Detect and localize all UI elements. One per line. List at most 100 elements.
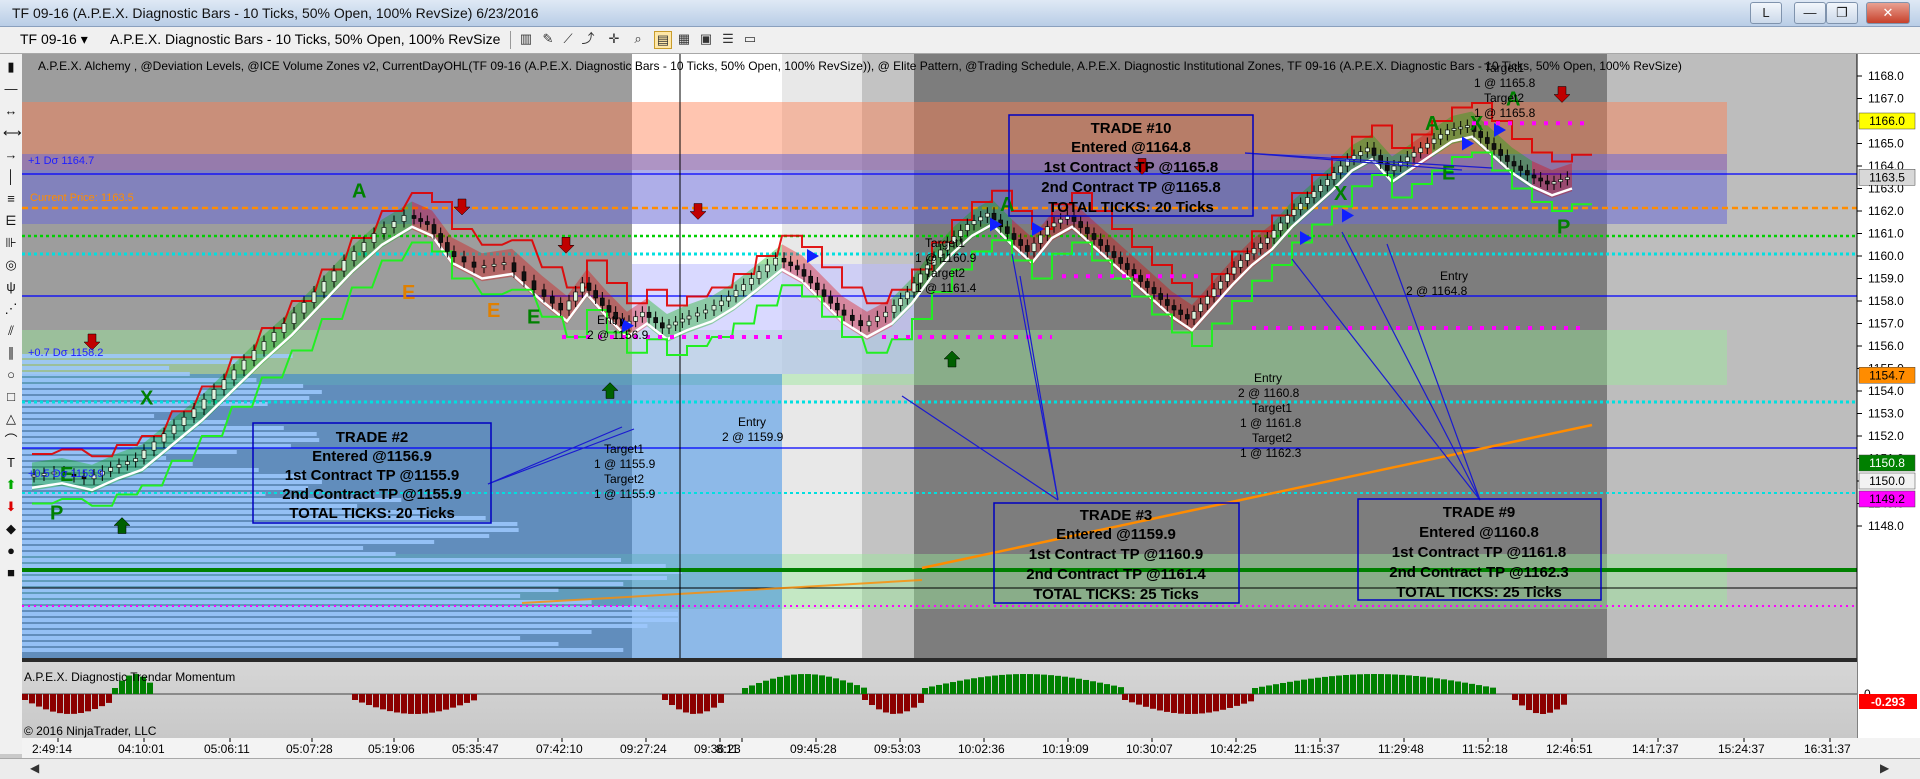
horizontal-scrollbar[interactable]: ◀ ▶ — [0, 758, 1920, 779]
candle-body — [1158, 293, 1163, 300]
vertical-line-icon[interactable]: │ — [3, 168, 19, 186]
candle-body — [905, 291, 910, 300]
regression-channel-icon[interactable]: ⫽ — [3, 322, 19, 340]
volume-bar — [22, 618, 679, 622]
momentum-bar — [1329, 676, 1335, 694]
momentum-bar — [957, 680, 963, 694]
candle-body — [695, 312, 700, 317]
volume-bar — [22, 594, 521, 598]
template-icon[interactable]: ▭ — [742, 31, 758, 47]
ellipse-icon[interactable]: ○ — [3, 366, 19, 384]
arrow-line-icon[interactable]: → — [3, 146, 19, 164]
pencil-icon[interactable]: ✎ — [540, 31, 556, 47]
candle-body — [1565, 176, 1570, 180]
arrow-up-icon[interactable]: ⬆ — [3, 476, 19, 494]
fib-circle-icon[interactable]: ◎ — [3, 256, 19, 274]
scroll-right-icon[interactable]: ▶ — [1880, 761, 1889, 775]
fib-time-icon[interactable]: ⊪ — [3, 234, 19, 252]
triangle-icon[interactable]: △ — [3, 410, 19, 428]
volume-bar — [22, 396, 310, 400]
link-button[interactable]: L — [1750, 2, 1782, 24]
momentum-bar — [826, 676, 832, 694]
momentum-bar — [1143, 694, 1149, 707]
dot-icon[interactable]: ● — [3, 542, 19, 560]
signal-letter-marker: A — [1000, 194, 1014, 216]
price-tick-label: 1157.0 — [1868, 317, 1904, 331]
arrow-down-icon[interactable]: ⬇ — [3, 498, 19, 516]
momentum-bar — [929, 686, 935, 694]
crosshair-icon[interactable]: ✛ — [606, 31, 622, 47]
time-label: 04:10:01 — [118, 742, 165, 756]
candle-body — [801, 269, 807, 277]
data-box-icon[interactable]: ▦ — [676, 31, 692, 47]
time-label: 10:19:09 — [1042, 742, 1089, 756]
properties-icon[interactable]: ☰ — [720, 31, 736, 47]
zoom-icon[interactable]: ⌕ — [630, 31, 646, 47]
candle-body — [451, 251, 457, 258]
momentum-bar — [359, 694, 365, 703]
line-draw-icon[interactable]: ⟋ — [560, 31, 576, 47]
candle-body — [1558, 179, 1563, 183]
candle-body — [261, 341, 267, 351]
pitchfork-icon[interactable]: ψ — [3, 278, 19, 296]
momentum-bar — [1343, 674, 1349, 694]
momentum-bar — [50, 694, 56, 712]
rectangle-icon[interactable]: □ — [3, 388, 19, 406]
diamond-icon[interactable]: ◆ — [3, 520, 19, 538]
momentum-bar — [1287, 681, 1293, 694]
momentum-bar — [1192, 694, 1198, 714]
text-icon[interactable]: T — [3, 454, 19, 472]
instrument-selector[interactable]: TF 09-16 ▾ — [20, 30, 98, 48]
fib-extension-icon[interactable]: ⋿ — [3, 212, 19, 230]
panel-separator[interactable] — [22, 658, 1857, 662]
candle-body — [550, 296, 555, 304]
candle-body — [1345, 158, 1350, 167]
volume-bar — [22, 624, 648, 628]
candle-body — [1118, 257, 1123, 264]
momentum-bar — [1234, 694, 1240, 706]
bar-style-icon[interactable]: ▥ — [518, 31, 534, 47]
momentum-bar — [1357, 674, 1363, 694]
ray-icon[interactable]: ↔ — [3, 102, 19, 120]
chart-style-icon[interactable]: ▤ — [654, 31, 672, 49]
candle-body — [858, 320, 863, 327]
time-label: 10:30:07 — [1126, 742, 1173, 756]
cursor-icon[interactable]: ▮ — [3, 58, 19, 76]
momentum-bar — [1378, 674, 1384, 694]
price-tick-label: 1162.0 — [1868, 204, 1904, 218]
horizontal-line-icon[interactable]: — — [3, 80, 19, 98]
signal-letter-marker: A — [1425, 113, 1439, 135]
fib-retracement-icon[interactable]: ≡ — [3, 190, 19, 208]
signal-letter-marker: X — [140, 388, 154, 410]
candle-body — [733, 290, 739, 297]
volume-bar — [22, 558, 622, 562]
candle-body — [1371, 147, 1377, 156]
time-label: 10:42:25 — [1210, 742, 1257, 756]
candle-body — [606, 305, 612, 313]
arc-icon[interactable]: ⌒ — [3, 432, 19, 450]
trend-channel-icon[interactable]: ∥ — [3, 344, 19, 362]
svg-text:TOTAL TICKS: 20 Ticks: TOTAL TICKS: 20 Ticks — [289, 505, 455, 522]
close-button[interactable]: ✕ — [1866, 2, 1910, 24]
chart-area[interactable]: AXEPEE EAXA XEPA A.P.E.X. Alchemy , @Devia… — [22, 54, 1920, 758]
extended-line-icon[interactable]: ⟷ — [3, 124, 22, 142]
gann-fan-icon[interactable]: ⋰ — [3, 300, 19, 318]
volume-bar — [22, 582, 624, 586]
candle-body — [898, 298, 903, 306]
bar-type-selector[interactable]: A.P.E.X. Diagnostic Bars - 10 Ticks, 50%… — [110, 30, 510, 65]
candle-body — [1245, 253, 1250, 261]
momentum-bar — [36, 694, 42, 707]
indicator-icon[interactable]: ⤴ — [580, 31, 596, 47]
square-icon[interactable]: ■ — [3, 564, 19, 582]
minimize-button[interactable]: — — [1794, 2, 1826, 24]
candle-body — [680, 318, 685, 323]
screenshot-icon[interactable]: ▣ — [698, 31, 714, 47]
candle-body — [875, 316, 880, 322]
candle-body — [1225, 273, 1230, 282]
momentum-bar — [1150, 694, 1156, 709]
scroll-left-icon[interactable]: ◀ — [30, 761, 39, 775]
momentum-bar — [464, 694, 470, 703]
maximize-button[interactable]: ❐ — [1826, 2, 1858, 24]
momentum-bar — [366, 694, 372, 706]
momentum-bar — [1055, 675, 1061, 694]
